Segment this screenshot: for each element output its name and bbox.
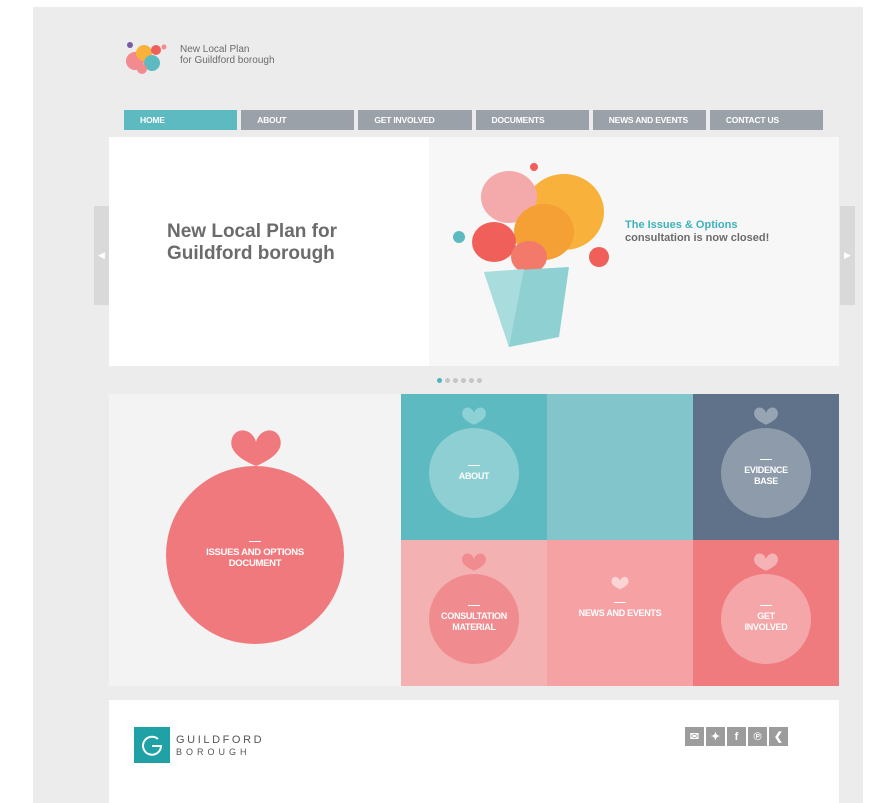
chevron-right-icon: ▶ <box>844 250 851 260</box>
nav-item-home[interactable]: HOME <box>124 110 238 130</box>
tile-about[interactable]: ABOUT <box>401 394 547 540</box>
carousel-dot[interactable] <box>477 378 482 383</box>
news-label-block: NEWS AND EVENTS <box>547 590 693 630</box>
carousel-prev-button[interactable]: ◀ <box>94 206 109 305</box>
tile-evidence-base[interactable]: EVIDENCE BASE <box>693 394 839 540</box>
hero-title-line-2: Guildford borough <box>167 243 335 264</box>
carousel-dot[interactable] <box>469 378 474 383</box>
guildford-borough-logo[interactable] <box>134 727 170 763</box>
tile-news-and-events[interactable]: NEWS AND EVENTS <box>547 540 693 686</box>
carousel-dot[interactable] <box>453 378 458 383</box>
main-nav: HOME ABOUT GET INVOLVED DOCUMENTS NEWS A… <box>124 110 824 130</box>
bouquet-illustration-icon <box>453 163 609 347</box>
site-logo-text[interactable]: New Local Plan for Guildford borough <box>180 44 275 66</box>
g-logo-icon <box>142 735 163 756</box>
carousel-dot[interactable] <box>437 378 442 383</box>
issues-label-line-1: ISSUES AND OPTIONS <box>206 547 304 558</box>
logo-line-1: New Local Plan <box>180 44 250 55</box>
tile-consultation-material[interactable]: CONSULTATION MATERIAL <box>401 540 547 686</box>
evidence-label-line-2: BASE <box>754 476 778 486</box>
nav-item-contact-us[interactable]: CONTACT US <box>709 110 824 130</box>
pinterest-icon[interactable]: ℗ <box>748 727 767 746</box>
site-logo-icon[interactable] <box>122 35 170 77</box>
nav-item-documents[interactable]: DOCUMENTS <box>475 110 589 130</box>
nav-item-about[interactable]: ABOUT <box>241 110 355 130</box>
nav-item-get-involved[interactable]: GET INVOLVED <box>358 110 472 130</box>
hero-subtitle: The Issues & Options consultation is now… <box>625 219 769 245</box>
divider <box>614 601 626 603</box>
heart-icon <box>231 430 281 466</box>
hero-title-line-1: New Local Plan for <box>167 221 337 242</box>
issues-label-line-2: DOCUMENT <box>228 558 282 569</box>
brand-line-2: BOROUGH <box>176 747 251 757</box>
evidence-circle: EVIDENCE BASE <box>721 428 811 518</box>
nav-item-news-and-events[interactable]: NEWS AND EVENTS <box>592 110 706 130</box>
evidence-label-line-1: EVIDENCE <box>744 465 788 475</box>
heart-icon <box>754 553 778 571</box>
about-label: ABOUT <box>458 470 490 481</box>
heart-icon <box>611 576 629 590</box>
tile-teal-blank <box>547 394 693 540</box>
heart-icon <box>462 553 486 571</box>
guildford-borough-wordmark: GUILDFORD BOROUGH <box>176 734 264 758</box>
tile-get-involved[interactable]: GET INVOLVED <box>693 540 839 686</box>
twitter-icon[interactable]: ✦ <box>706 727 725 746</box>
hero-slide[interactable]: New Local Plan for Guildford borough The… <box>109 137 839 366</box>
news-label: NEWS AND EVENTS <box>578 607 662 618</box>
consultation-label-line-1: CONSULTATION <box>441 611 507 621</box>
hero-subtitle-line-1: The Issues & Options <box>625 219 738 231</box>
brand-line-1: GUILDFORD <box>176 734 265 746</box>
carousel-dot[interactable] <box>445 378 450 383</box>
get-involved-label-line-2: INVOLVED <box>744 622 788 632</box>
carousel-pagination <box>437 378 482 383</box>
consultation-label-line-2: MATERIAL <box>452 622 496 632</box>
hero-subtitle-line-2: consultation is now closed! <box>625 232 770 244</box>
hero-title: New Local Plan for Guildford borough <box>167 221 337 265</box>
divider <box>760 605 772 606</box>
divider <box>468 464 480 466</box>
tile-issues-and-options[interactable]: ISSUES AND OPTIONS DOCUMENT <box>109 394 401 686</box>
carousel-dot[interactable] <box>461 378 466 383</box>
heart-icon <box>462 407 486 425</box>
carousel-next-button[interactable]: ▶ <box>840 206 855 305</box>
get-involved-label-line-1: GET <box>757 611 775 621</box>
consultation-circle: CONSULTATION MATERIAL <box>429 574 519 664</box>
chevron-left-icon: ◀ <box>98 250 105 260</box>
get-involved-circle: GET INVOLVED <box>721 574 811 664</box>
divider <box>249 541 261 542</box>
issues-circle: ISSUES AND OPTIONS DOCUMENT <box>166 466 344 644</box>
social-links: ✉ ✦ f ℗ ❮ <box>685 727 788 746</box>
divider <box>760 459 772 460</box>
heart-icon <box>754 407 778 425</box>
about-circle: ABOUT <box>429 428 519 518</box>
logo-line-2: for Guildford borough <box>180 55 275 66</box>
facebook-icon[interactable]: f <box>727 727 746 746</box>
divider <box>468 605 480 606</box>
email-icon[interactable]: ✉ <box>685 727 704 746</box>
share-icon[interactable]: ❮ <box>769 727 788 746</box>
